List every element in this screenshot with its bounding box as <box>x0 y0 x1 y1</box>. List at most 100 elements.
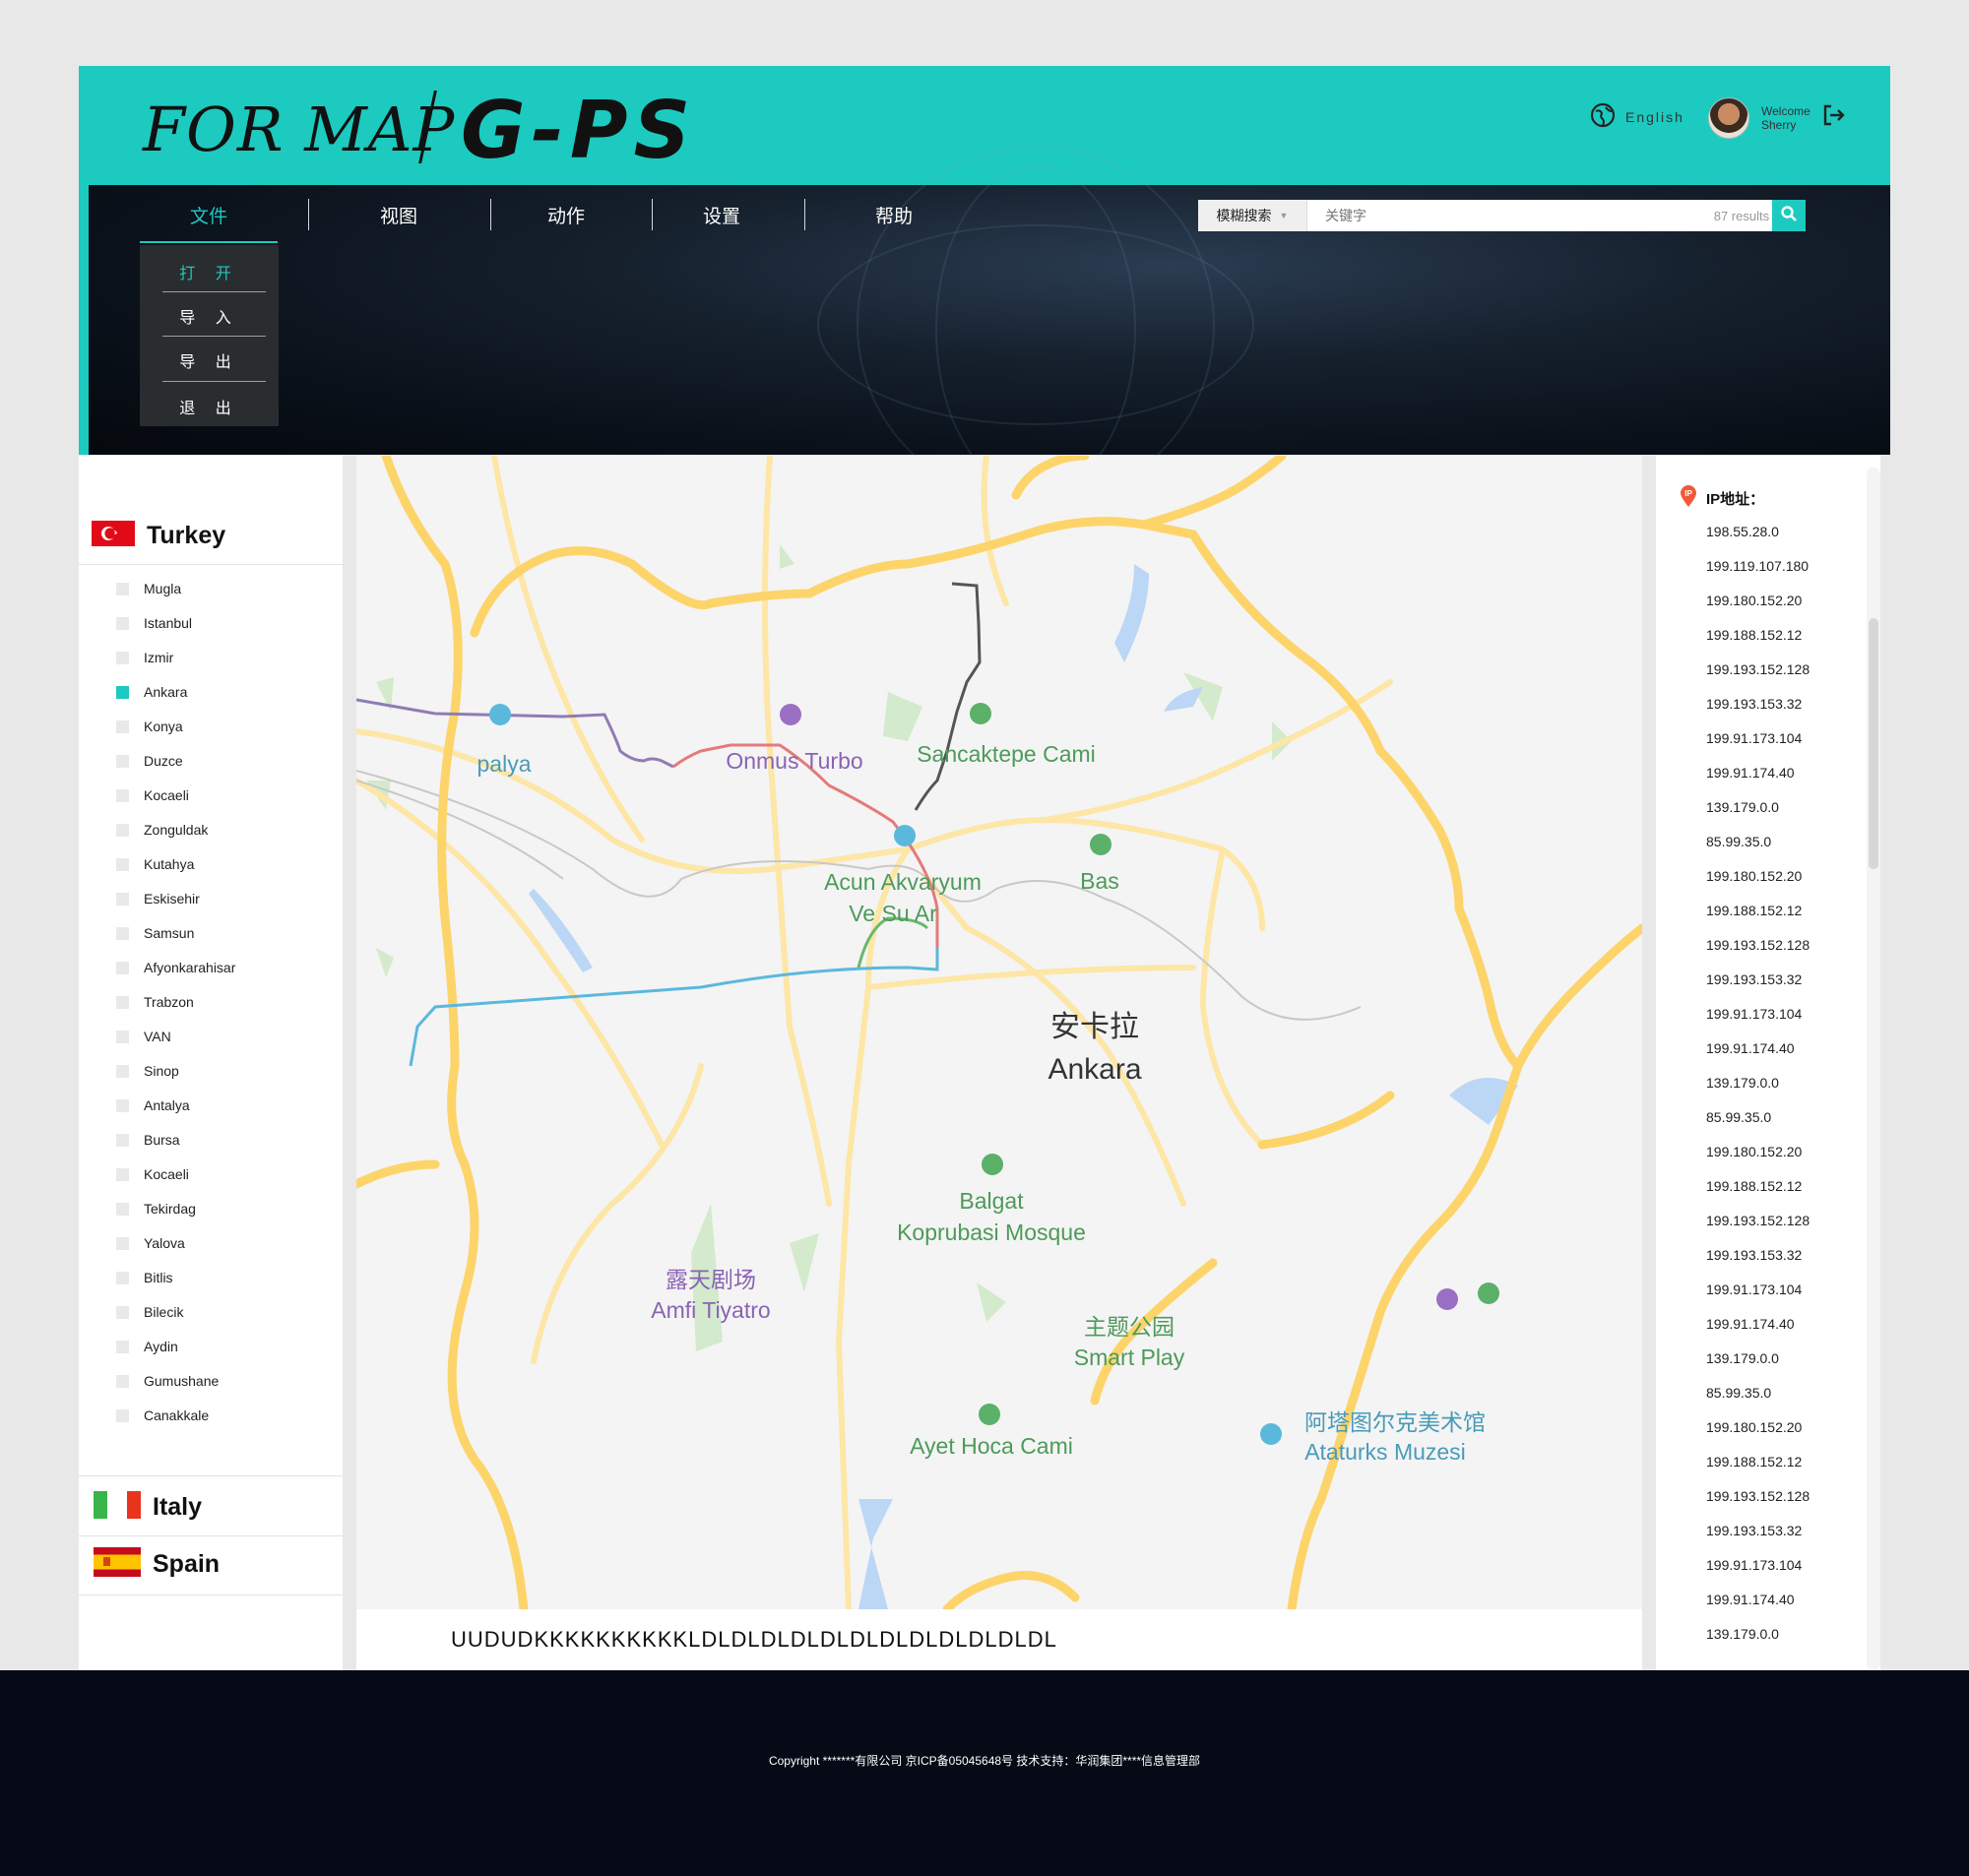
ip-address-item[interactable]: 199.193.152.128 <box>1706 1213 1810 1228</box>
city-checkbox[interactable] <box>116 1167 129 1181</box>
nav-help[interactable]: 帮助 <box>830 202 958 228</box>
menu-item-import[interactable]: 导 入 <box>140 304 279 328</box>
city-checkbox[interactable] <box>116 1271 129 1284</box>
city-item[interactable]: Bilecik <box>116 1304 183 1320</box>
city-item[interactable]: Ankara <box>116 684 187 700</box>
city-checkbox[interactable] <box>116 1340 129 1353</box>
ip-address-item[interactable]: 199.193.152.128 <box>1706 661 1810 677</box>
ip-address-item[interactable]: 199.193.153.32 <box>1706 1247 1802 1263</box>
city-item[interactable]: Sinop <box>116 1063 179 1079</box>
menu-item-exit[interactable]: 退 出 <box>140 395 279 418</box>
city-item[interactable]: Yalova <box>116 1235 185 1251</box>
city-item[interactable]: Istanbul <box>116 615 192 631</box>
nav-settings[interactable]: 设置 <box>658 202 786 228</box>
city-checkbox[interactable] <box>116 1030 129 1043</box>
ip-address-item[interactable]: 139.179.0.0 <box>1706 1626 1779 1642</box>
city-item[interactable]: Trabzon <box>116 994 194 1010</box>
language-switcher[interactable]: English <box>1590 102 1684 131</box>
city-checkbox[interactable] <box>116 1408 129 1422</box>
city-checkbox[interactable] <box>116 1374 129 1388</box>
city-item[interactable]: Canakkale <box>116 1407 209 1423</box>
ip-address-item[interactable]: 199.193.152.128 <box>1706 937 1810 953</box>
nav-file[interactable]: 文件 <box>140 202 278 228</box>
city-checkbox[interactable] <box>116 1305 129 1319</box>
ip-address-item[interactable]: 199.119.107.180 <box>1706 558 1809 574</box>
city-item[interactable]: Bursa <box>116 1132 180 1148</box>
ip-address-item[interactable]: 199.193.152.128 <box>1706 1488 1810 1504</box>
ip-address-item[interactable]: 199.180.152.20 <box>1706 868 1802 884</box>
ip-address-item[interactable]: 199.180.152.20 <box>1706 1144 1802 1159</box>
nav-view[interactable]: 视图 <box>335 202 463 228</box>
ip-address-item[interactable]: 199.91.173.104 <box>1706 1282 1802 1297</box>
city-checkbox[interactable] <box>116 1064 129 1078</box>
ip-address-item[interactable]: 199.188.152.12 <box>1706 1178 1802 1194</box>
city-item[interactable]: Kutahya <box>116 856 194 872</box>
ip-address-item[interactable]: 199.188.152.12 <box>1706 1454 1802 1470</box>
city-checkbox[interactable] <box>116 892 129 906</box>
city-checkbox[interactable] <box>116 1236 129 1250</box>
ip-address-item[interactable]: 198.55.28.0 <box>1706 524 1779 539</box>
city-item[interactable]: Samsun <box>116 925 194 941</box>
city-checkbox[interactable] <box>116 926 129 940</box>
city-checkbox[interactable] <box>116 961 129 974</box>
menu-item-export[interactable]: 导 出 <box>140 348 279 372</box>
ip-address-item[interactable]: 139.179.0.0 <box>1706 799 1779 815</box>
search-button[interactable] <box>1772 200 1806 231</box>
ip-address-item[interactable]: 85.99.35.0 <box>1706 1385 1771 1401</box>
city-item[interactable]: Izmir <box>116 650 173 665</box>
city-item[interactable]: Zonguldak <box>116 822 208 838</box>
country-italy[interactable]: Italy <box>79 1491 343 1524</box>
user-profile[interactable]: Welcome Sherry <box>1708 97 1810 139</box>
city-checkbox[interactable] <box>116 685 129 699</box>
city-item[interactable]: Mugla <box>116 581 181 596</box>
ip-address-item[interactable]: 199.91.174.40 <box>1706 1592 1795 1607</box>
city-checkbox[interactable] <box>116 857 129 871</box>
ip-address-item[interactable]: 139.179.0.0 <box>1706 1075 1779 1091</box>
city-item[interactable]: Afyonkarahisar <box>116 960 235 975</box>
city-item[interactable]: VAN <box>116 1029 171 1044</box>
ip-address-item[interactable]: 199.91.174.40 <box>1706 1040 1795 1056</box>
city-checkbox[interactable] <box>116 1133 129 1147</box>
city-checkbox[interactable] <box>116 788 129 802</box>
city-checkbox[interactable] <box>116 651 129 664</box>
scrollbar-thumb[interactable] <box>1869 618 1878 869</box>
ip-address-item[interactable]: 199.91.173.104 <box>1706 1006 1802 1022</box>
ip-address-item[interactable]: 199.193.153.32 <box>1706 696 1802 712</box>
ip-address-item[interactable]: 199.193.153.32 <box>1706 1523 1802 1538</box>
city-checkbox[interactable] <box>116 1202 129 1216</box>
city-checkbox[interactable] <box>116 1098 129 1112</box>
city-checkbox[interactable] <box>116 995 129 1009</box>
ip-address-item[interactable]: 199.188.152.12 <box>1706 903 1802 918</box>
ip-address-item[interactable]: 199.180.152.20 <box>1706 593 1802 608</box>
ip-address-item[interactable]: 199.91.173.104 <box>1706 730 1802 746</box>
ip-address-item[interactable]: 199.180.152.20 <box>1706 1419 1802 1435</box>
ip-address-item[interactable]: 139.179.0.0 <box>1706 1350 1779 1366</box>
city-item[interactable]: Gumushane <box>116 1373 219 1389</box>
city-item[interactable]: Konya <box>116 719 183 734</box>
ip-address-item[interactable]: 85.99.35.0 <box>1706 834 1771 849</box>
city-item[interactable]: Kocaeli <box>116 1166 189 1182</box>
city-checkbox[interactable] <box>116 754 129 768</box>
menu-item-open[interactable]: 打 开 <box>140 260 279 283</box>
city-checkbox[interactable] <box>116 582 129 595</box>
search-input[interactable] <box>1307 200 1714 231</box>
ip-address-item[interactable]: 199.188.152.12 <box>1706 627 1802 643</box>
city-item[interactable]: Tekirdag <box>116 1201 196 1217</box>
ip-address-item[interactable]: 85.99.35.0 <box>1706 1109 1771 1125</box>
city-item[interactable]: Aydin <box>116 1339 178 1354</box>
city-checkbox[interactable] <box>116 719 129 733</box>
country-spain[interactable]: Spain <box>79 1547 343 1582</box>
map-view[interactable]: palya Onmus Turbo Sancaktepe Cami Acun A… <box>356 456 1642 1609</box>
logout-icon[interactable] <box>1821 102 1847 133</box>
ip-address-item[interactable]: 199.91.174.40 <box>1706 1316 1795 1332</box>
city-item[interactable]: Bitlis <box>116 1270 173 1285</box>
ip-address-item[interactable]: 199.91.174.40 <box>1706 765 1795 781</box>
search-mode-select[interactable]: 模糊搜索 ▼ <box>1198 200 1307 231</box>
country-turkey[interactable]: Turkey <box>79 521 343 551</box>
ip-address-item[interactable]: 199.91.173.104 <box>1706 1557 1802 1573</box>
ip-address-item[interactable]: 199.193.153.32 <box>1706 971 1802 987</box>
city-item[interactable]: Antalya <box>116 1097 190 1113</box>
city-item[interactable]: Eskisehir <box>116 891 200 907</box>
city-item[interactable]: Kocaeli <box>116 787 189 803</box>
nav-action[interactable]: 动作 <box>502 202 630 228</box>
